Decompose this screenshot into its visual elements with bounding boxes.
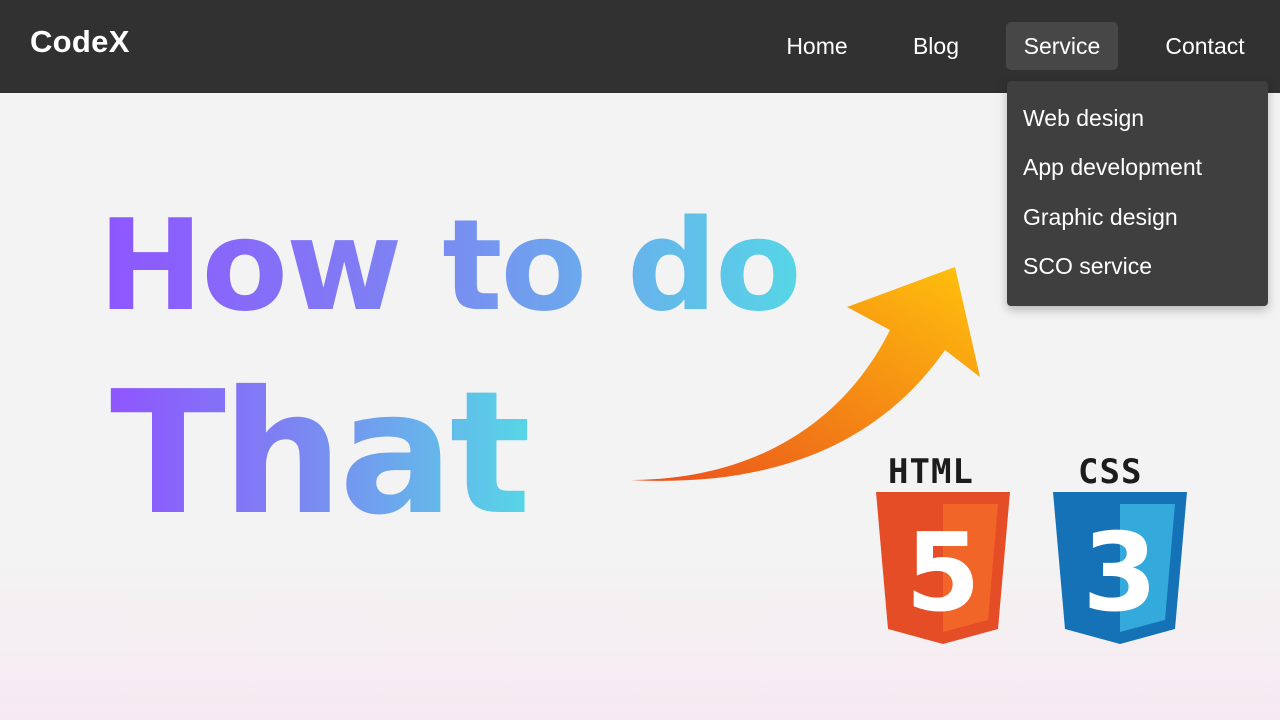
navbar: CodeX Home Blog Service Contact [0,0,1280,93]
dropdown-item-graphic-design[interactable]: Graphic design [1023,197,1178,237]
html-label: HTML [888,452,974,492]
css-version-number: 3 [1082,511,1157,636]
html-version-number: 5 [905,511,980,636]
css3-logo-icon: 3 [1053,492,1187,644]
css-label: CSS [1078,452,1143,492]
nav-home[interactable]: Home [772,22,862,70]
nav-contact[interactable]: Contact [1150,22,1260,70]
service-dropdown-menu: Web design App development Graphic desig… [1007,81,1268,306]
dropdown-item-app-development[interactable]: App development [1023,147,1202,187]
html5-logo-icon: 5 [876,492,1010,644]
dropdown-item-sco-service[interactable]: SCO service [1023,246,1152,286]
dropdown-item-web-design[interactable]: Web design [1023,98,1144,138]
headline-line-2: That [110,355,531,553]
nav-blog[interactable]: Blog [896,22,976,70]
nav-service[interactable]: Service [1006,22,1118,70]
brand-logo[interactable]: CodeX [30,24,130,60]
